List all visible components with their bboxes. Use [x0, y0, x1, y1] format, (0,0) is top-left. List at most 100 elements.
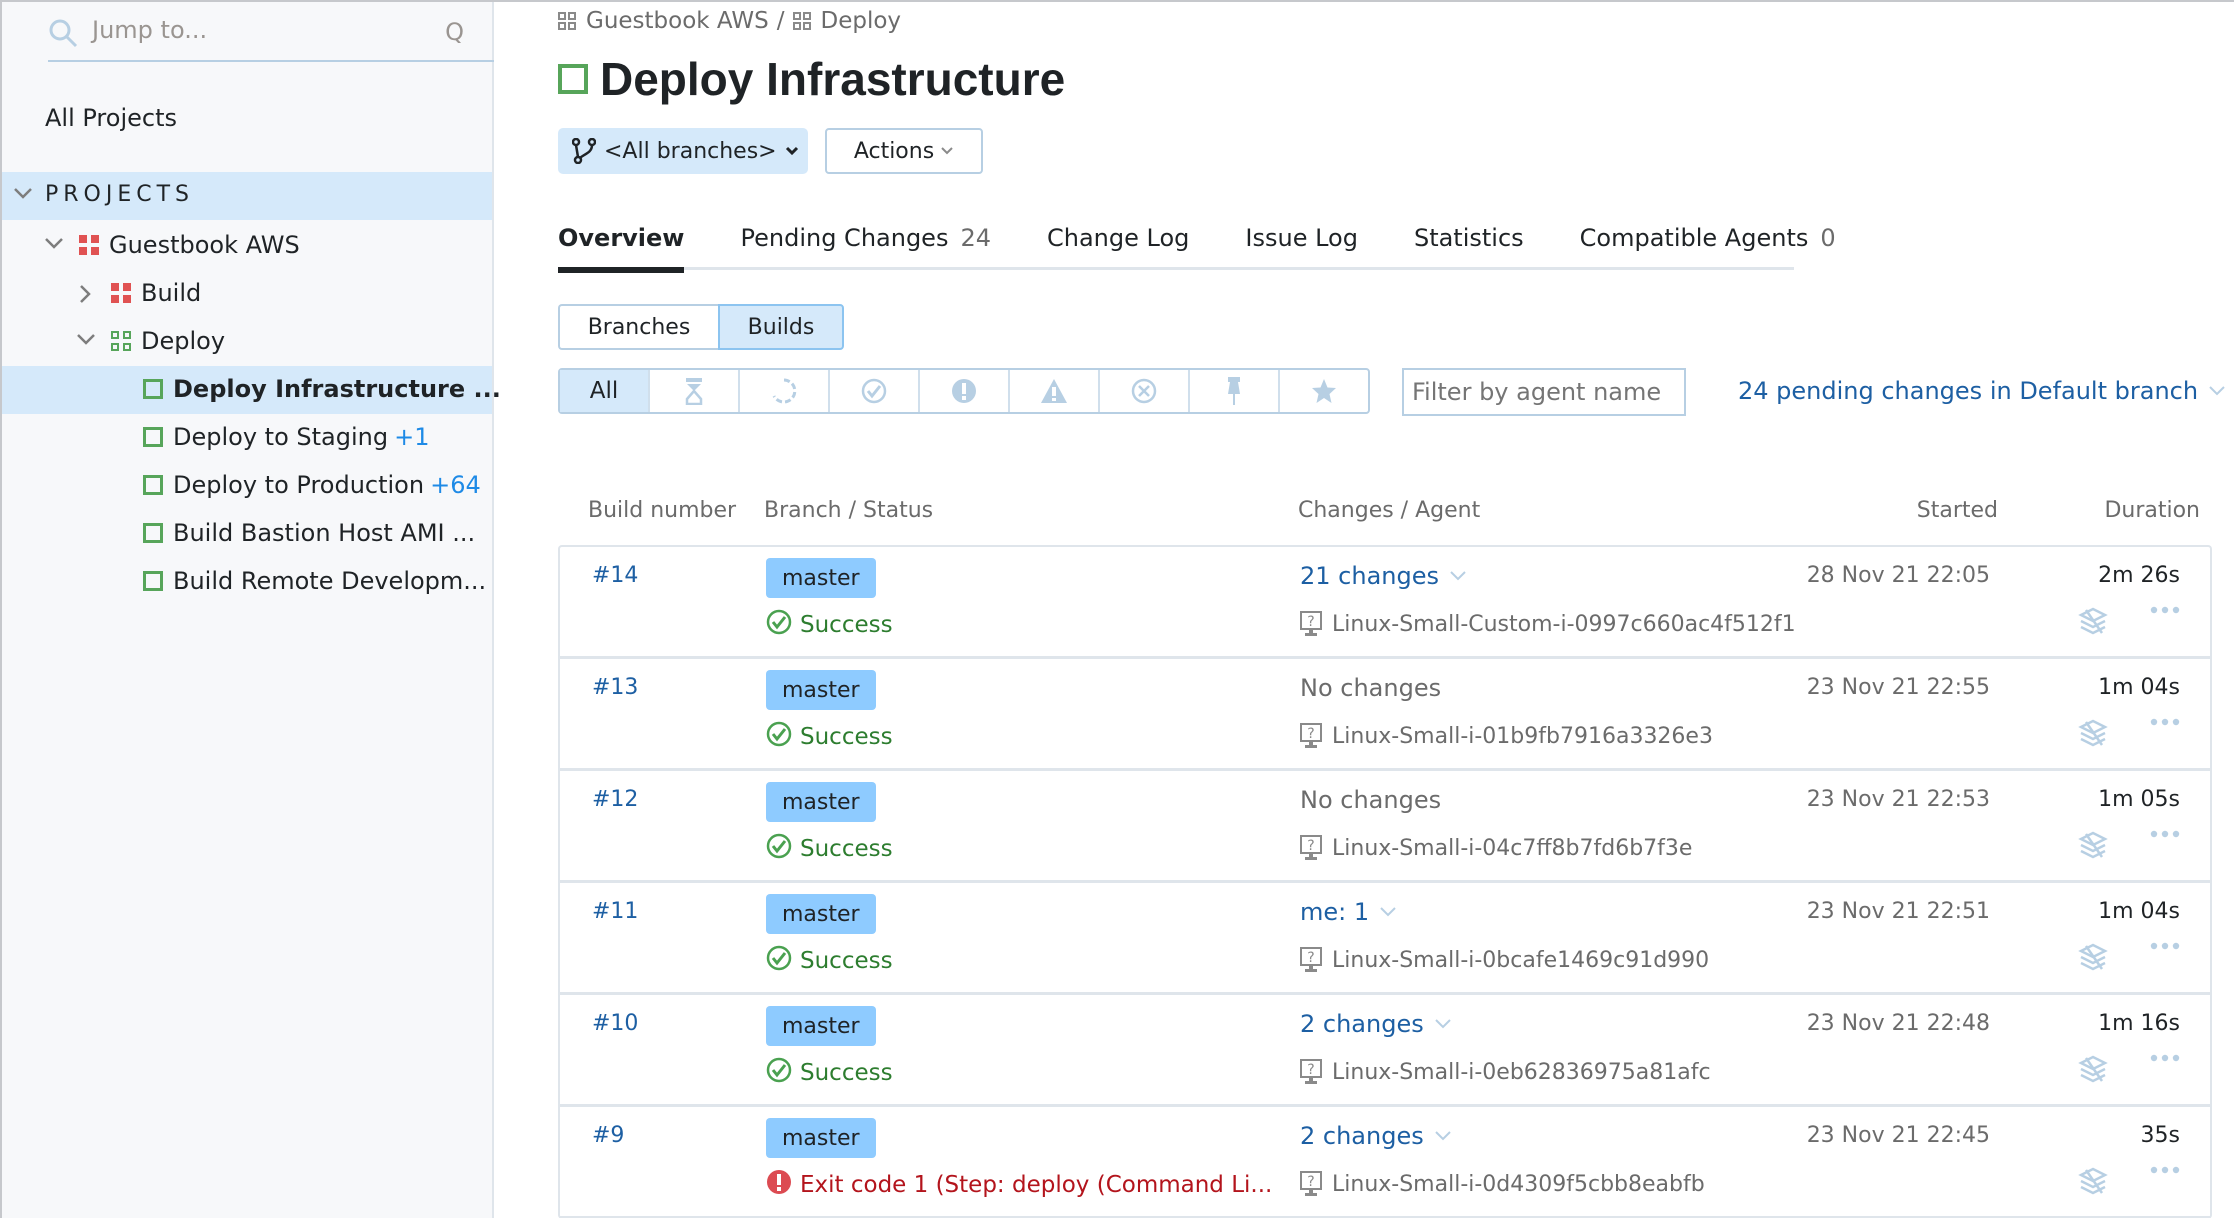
table-row: #11 master Success me: 1 ? Linux-Small-i…	[560, 883, 2210, 995]
more-options-icon[interactable]	[2150, 1165, 2180, 1175]
chevron-down-icon[interactable]	[76, 332, 96, 346]
agent-name-filter-input[interactable]	[1402, 368, 1686, 416]
changes-link[interactable]: 2 changes	[1300, 1122, 1452, 1150]
more-options-icon[interactable]	[2150, 1053, 2180, 1063]
changes-link[interactable]: 21 changes	[1300, 562, 1467, 590]
build-number-link[interactable]: #14	[592, 563, 638, 588]
agent-link[interactable]: ? Linux-Small-i-01b9fb7916a3326e3	[1300, 723, 1713, 749]
build-config-icon	[143, 379, 163, 399]
unknown-agent-icon: ?	[1300, 947, 1322, 972]
agent-link[interactable]: ? Linux-Small-Custom-i-0997c660ac4f512f1	[1300, 611, 1796, 637]
sidebar-item-build-bastion-host-ami[interactable]: Build Bastion Host AMI ...	[2, 510, 492, 558]
agent-link[interactable]: ? Linux-Small-i-0d4309f5cbb8eabfb	[1300, 1171, 1705, 1197]
tab-statistics[interactable]: Statistics	[1414, 222, 1524, 270]
all-projects-link[interactable]: All Projects	[45, 104, 177, 132]
agent-name: Linux-Small-i-01b9fb7916a3326e3	[1332, 723, 1713, 749]
build-status[interactable]: Success	[766, 721, 893, 753]
changes-link[interactable]: 2 changes	[1300, 1010, 1452, 1038]
builds-toggle-button[interactable]: Builds	[718, 304, 844, 350]
unknown-agent-icon: ?	[1300, 611, 1322, 636]
build-number-link[interactable]: #10	[592, 1011, 638, 1036]
branch-badge[interactable]: master	[766, 1118, 876, 1158]
column-header-build-number: Build number	[588, 498, 737, 523]
sidebar-item-deploy-infrastructure[interactable]: Deploy Infrastructure ...	[2, 366, 501, 414]
no-artifacts-icon[interactable]	[2078, 607, 2108, 635]
build-config-icon	[558, 64, 588, 94]
status-text: Success	[800, 724, 893, 750]
no-artifacts-icon[interactable]	[2078, 831, 2108, 859]
filter-running-button[interactable]	[738, 370, 828, 412]
more-options-icon[interactable]	[2150, 605, 2180, 615]
build-status[interactable]: Success	[766, 1057, 893, 1089]
jump-to-search[interactable]: Jump to... Q	[48, 10, 494, 62]
build-number-link[interactable]: #9	[592, 1123, 624, 1148]
started-time: 28 Nov 21 22:05	[1806, 563, 1990, 588]
sidebar-item-label: Deploy	[141, 327, 226, 355]
filter-success-button[interactable]	[828, 370, 918, 412]
tab-change-log[interactable]: Change Log	[1047, 222, 1189, 270]
build-number-link[interactable]: #11	[592, 899, 638, 924]
branch-badge[interactable]: master	[766, 894, 876, 934]
agent-name: Linux-Small-i-0d4309f5cbb8eabfb	[1332, 1171, 1705, 1197]
search-placeholder: Jump to...	[92, 16, 208, 44]
build-config-icon	[143, 475, 163, 495]
tab-issue-log[interactable]: Issue Log	[1245, 222, 1358, 270]
filter-canceled-button[interactable]	[1098, 370, 1188, 412]
filter-starred-button[interactable]	[1278, 370, 1368, 412]
projects-section-header[interactable]: PROJECTS	[2, 172, 492, 220]
no-artifacts-icon[interactable]	[2078, 719, 2108, 747]
build-status[interactable]: Exit code 1 (Step: deploy (Command Li...	[766, 1169, 1272, 1201]
project-icon	[111, 283, 131, 303]
sidebar-item-deploy[interactable]: Deploy	[2, 318, 492, 366]
no-artifacts-icon[interactable]	[2078, 1167, 2108, 1195]
more-options-icon[interactable]	[2150, 829, 2180, 839]
sidebar-item-build[interactable]: Build	[2, 270, 492, 318]
sidebar-item-deploy-to-production[interactable]: Deploy to Production +64	[2, 462, 492, 510]
changes-link[interactable]: me: 1	[1300, 898, 1397, 926]
branch-badge[interactable]: master	[766, 558, 876, 598]
breadcrumb-item-guestbook-aws[interactable]: Guestbook AWS	[586, 8, 769, 34]
agent-link[interactable]: ? Linux-Small-i-04c7ff8b7fd6b7f3e	[1300, 835, 1692, 861]
build-status[interactable]: Success	[766, 609, 893, 641]
build-status[interactable]: Success	[766, 833, 893, 865]
branch-badge[interactable]: master	[766, 1006, 876, 1046]
chevron-down-icon	[785, 146, 798, 156]
branch-selector[interactable]: <All branches>	[558, 128, 808, 174]
filter-warning-button[interactable]	[1008, 370, 1098, 412]
build-duration: 1m 05s	[2098, 787, 2180, 812]
pending-changes-link[interactable]: 24 pending changes in Default branch	[1738, 377, 2226, 405]
filter-failed-button[interactable]	[918, 370, 1008, 412]
build-status[interactable]: Success	[766, 945, 893, 977]
tab-label: Statistics	[1413, 224, 1524, 252]
sidebar-item-build-remote-development[interactable]: Build Remote Developm...	[2, 558, 492, 606]
branch-badge[interactable]: master	[766, 670, 876, 710]
no-artifacts-icon[interactable]	[2078, 943, 2108, 971]
no-artifacts-icon[interactable]	[2078, 1055, 2108, 1083]
breadcrumb-item-deploy[interactable]: Deploy	[821, 8, 902, 34]
agent-name: Linux-Small-Custom-i-0997c660ac4f512f1	[1332, 611, 1796, 637]
agent-link[interactable]: ? Linux-Small-i-0bcafe1469c91d990	[1300, 947, 1709, 973]
tab-compatible-agents[interactable]: Compatible Agents 0	[1580, 222, 1836, 270]
projects-header-label: PROJECTS	[45, 182, 195, 207]
chevron-right-icon[interactable]	[78, 284, 92, 304]
more-options-icon[interactable]	[2150, 717, 2180, 727]
sidebar: Jump to... Q All Projects PROJECTS Guest…	[2, 2, 501, 1218]
sidebar-item-guestbook-aws[interactable]: Guestbook AWS	[2, 222, 492, 270]
chevron-down-icon[interactable]	[44, 236, 64, 250]
filter-all-button[interactable]: All	[560, 370, 648, 412]
more-options-icon[interactable]	[2150, 941, 2180, 951]
sidebar-item-label: Deploy to Staging	[173, 423, 389, 451]
sidebar-item-deploy-to-staging[interactable]: Deploy to Staging +1	[2, 414, 492, 462]
branch-badge[interactable]: master	[766, 782, 876, 822]
agent-link[interactable]: ? Linux-Small-i-0eb62836975a81afc	[1300, 1059, 1711, 1085]
tab-overview[interactable]: Overview	[558, 222, 685, 273]
filter-pinned-button[interactable]	[1188, 370, 1278, 412]
branches-toggle-button[interactable]: Branches	[558, 304, 718, 350]
build-number-link[interactable]: #12	[592, 787, 638, 812]
actions-button[interactable]: Actions	[825, 128, 983, 174]
build-number-link[interactable]: #13	[592, 675, 638, 700]
filter-queued-button[interactable]	[648, 370, 738, 412]
tab-pending-changes[interactable]: Pending Changes 24	[740, 222, 991, 270]
sidebar-item-label: Guestbook AWS	[109, 231, 300, 259]
unknown-agent-icon: ?	[1300, 1171, 1322, 1196]
